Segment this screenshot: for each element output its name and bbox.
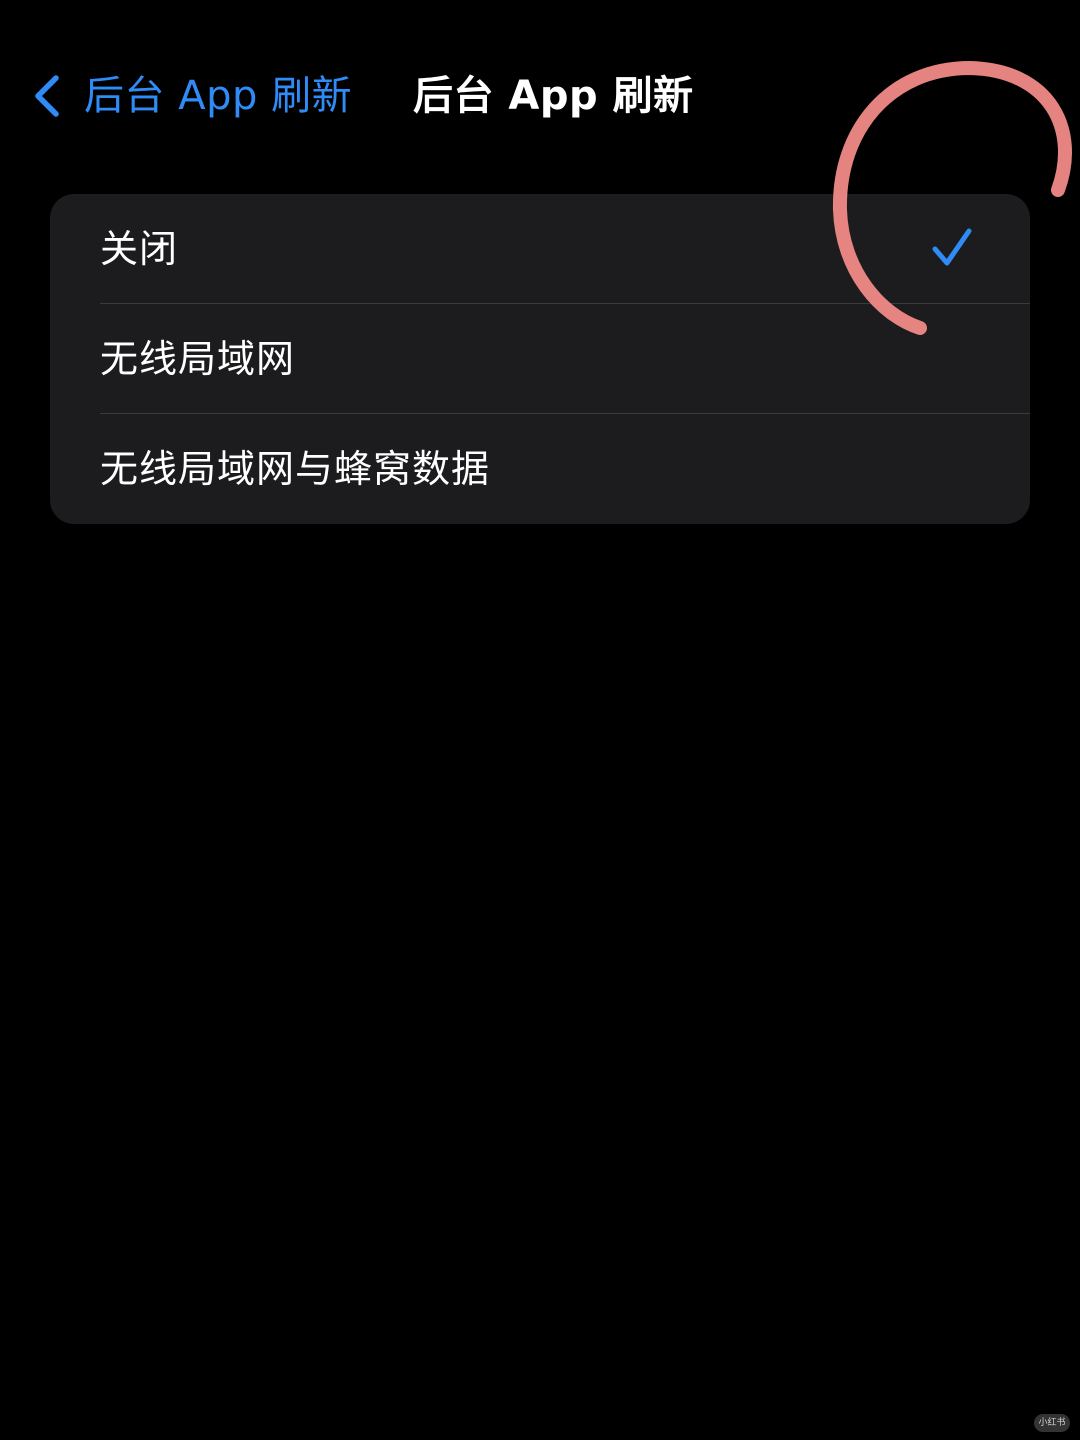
back-button[interactable]: 后台 App 刷新 [28,64,352,128]
navigation-bar: 后台 App 刷新 后台 App 刷新 [0,50,1080,142]
refresh-options-list: 关闭 无线局域网 无线局域网与蜂窝数据 [50,194,1030,524]
watermark-logo: 小红书 [1034,1414,1070,1432]
back-button-label: 后台 App 刷新 [84,73,353,119]
option-wifi[interactable]: 无线局域网 [50,304,1030,414]
checkmark-icon [930,224,974,272]
option-label: 关闭 [100,227,179,271]
option-label: 无线局域网 [100,337,296,381]
chevron-left-icon [28,64,68,128]
option-off[interactable]: 关闭 [50,194,1030,304]
option-label: 无线局域网与蜂窝数据 [100,447,491,491]
page-title: 后台 App 刷新 [413,73,694,119]
option-wifi-and-cellular[interactable]: 无线局域网与蜂窝数据 [50,414,1030,524]
